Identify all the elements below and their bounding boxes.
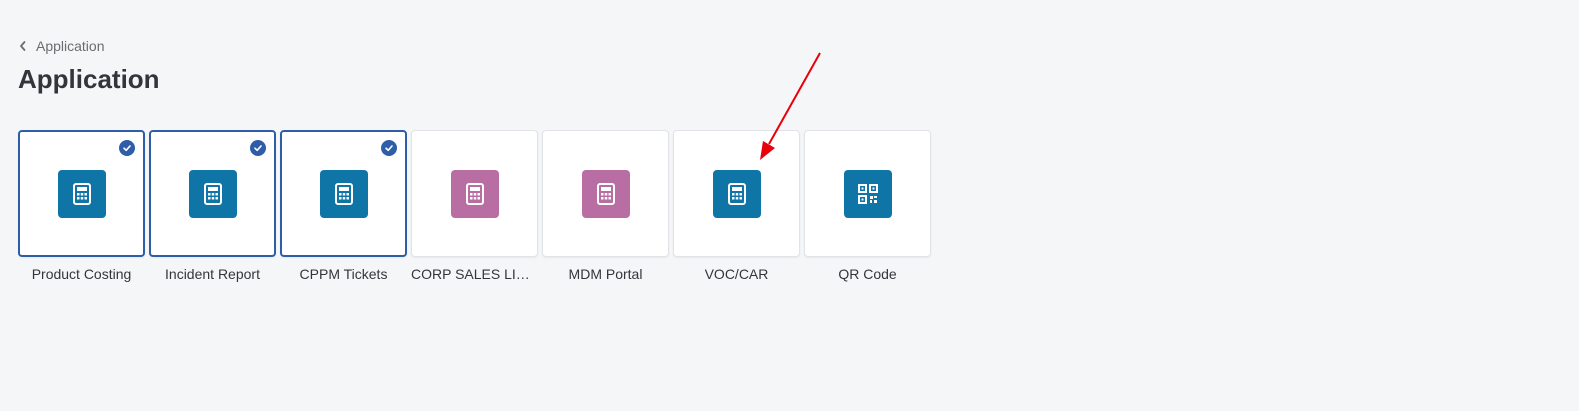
app-tile-item: QR Code: [804, 130, 931, 282]
app-tile-label: VOC/CAR: [704, 266, 769, 282]
app-tile-6[interactable]: [673, 130, 800, 257]
calculator-icon: [57, 169, 106, 218]
calculator-icon: [581, 169, 630, 218]
app-tile-item: Product Costing: [18, 130, 145, 282]
app-tile-label: CPPM Tickets: [299, 266, 388, 282]
check-circle-icon: [119, 140, 135, 156]
calculator-icon: [188, 169, 237, 218]
page: Application Application Product Costing I…: [0, 0, 1579, 411]
app-tile-item: CPPM Tickets: [280, 130, 407, 282]
chevron-left-icon: [20, 41, 26, 51]
app-tile-item: MDM Portal: [542, 130, 669, 282]
app-tile-7[interactable]: [804, 130, 931, 257]
app-tile-4[interactable]: [411, 130, 538, 257]
app-tile-1[interactable]: [18, 130, 145, 257]
app-tile-label: MDM Portal: [568, 266, 643, 282]
app-tile-5[interactable]: [542, 130, 669, 257]
app-tile-grid: Product Costing Incident Report CPPM Ticke…: [18, 130, 931, 282]
app-tile-item: CORP SALES LIBRA...: [411, 130, 538, 282]
page-title: Application: [18, 64, 160, 94]
calculator-icon: [319, 169, 368, 218]
check-circle-icon: [381, 140, 397, 156]
app-tile-label: Incident Report: [165, 266, 260, 282]
app-tile-label: QR Code: [838, 266, 897, 282]
qr-code-icon: [843, 169, 892, 218]
check-circle-icon: [250, 140, 266, 156]
app-tile-item: VOC/CAR: [673, 130, 800, 282]
calculator-icon: [712, 169, 761, 218]
app-tile-item: Incident Report: [149, 130, 276, 282]
breadcrumb-back-link[interactable]: Application: [18, 38, 105, 54]
breadcrumb-label: Application: [36, 38, 105, 54]
app-tile-label: Product Costing: [31, 266, 132, 282]
app-tile-2[interactable]: [149, 130, 276, 257]
app-tile-3[interactable]: [280, 130, 407, 257]
calculator-icon: [450, 169, 499, 218]
app-tile-label: CORP SALES LIBRA...: [411, 266, 538, 282]
